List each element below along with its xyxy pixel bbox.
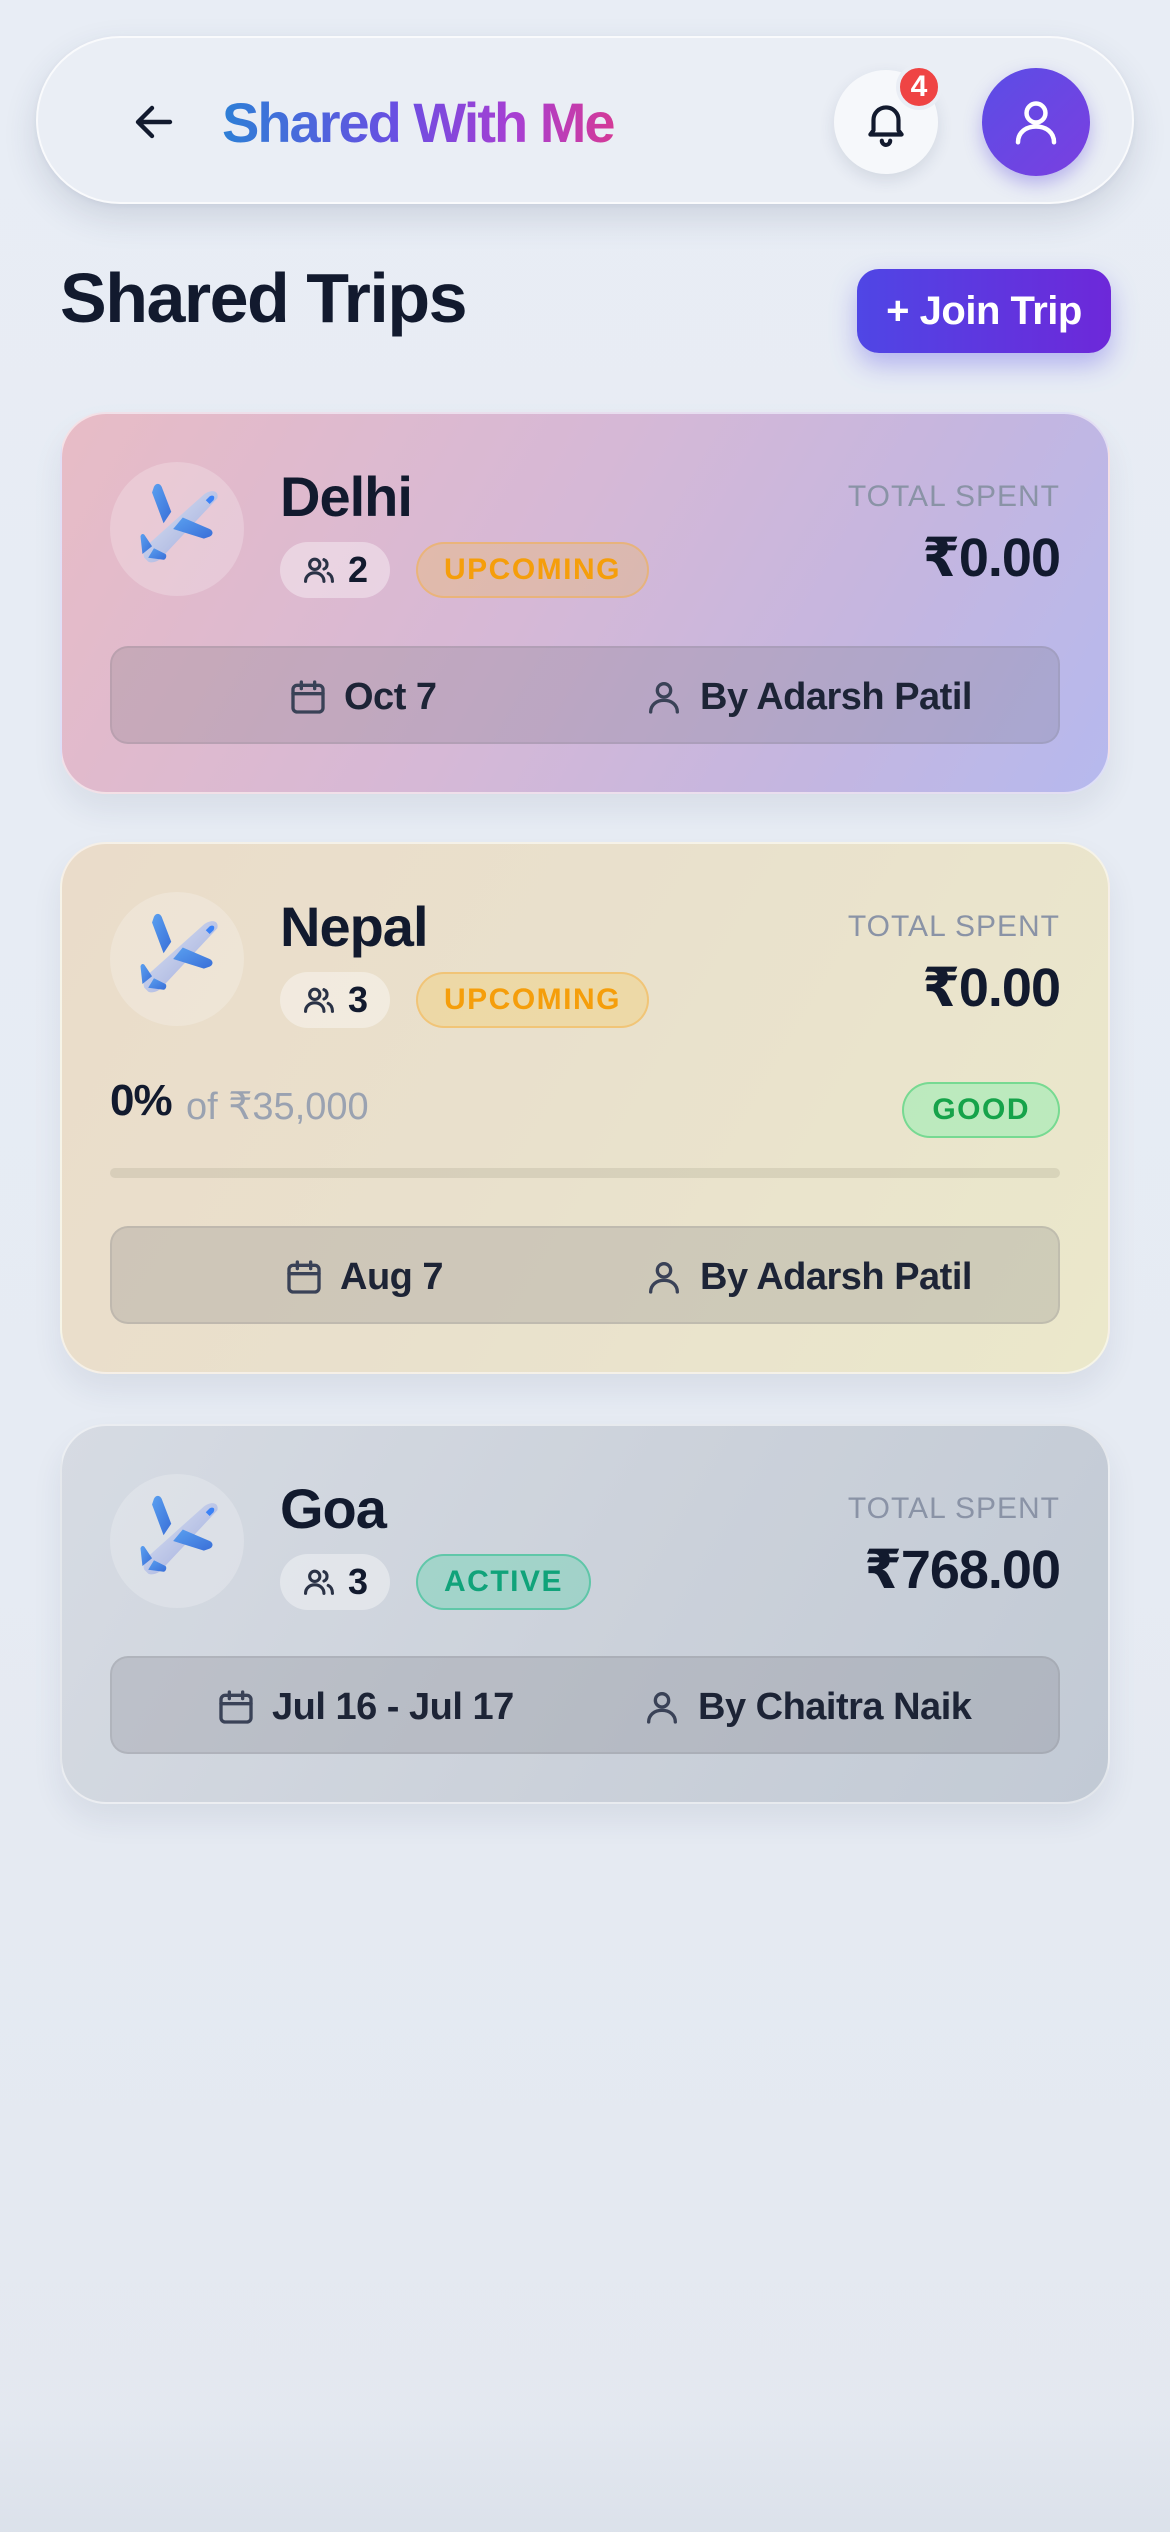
trip-card-goa[interactable]: Goa 3 ACTIVE TOTAL SPENT ₹768.00 Jul 16 … (60, 1424, 1110, 1804)
person-icon (647, 1691, 677, 1724)
trip-info-bar: Oct 7 By Adarsh Patil (110, 646, 1060, 744)
trip-date: Aug 7 (284, 1228, 444, 1326)
trip-date-text: Jul 16 - Jul 17 (272, 1685, 514, 1728)
trip-card-delhi[interactable]: Delhi 2 UPCOMING TOTAL SPENT ₹0.00 Oct 7… (60, 412, 1110, 794)
page-title: Shared With Me (222, 84, 616, 160)
member-count-pill: 3 (280, 972, 391, 1028)
back-button[interactable] (116, 84, 192, 160)
notifications-button[interactable]: 4 (834, 64, 942, 174)
trip-owner-text: By Adarsh Patil (700, 675, 972, 718)
status-badge: ACTIVE (416, 1554, 592, 1610)
trip-icon-circle (110, 892, 244, 1026)
person-icon (649, 1261, 679, 1294)
profile-button[interactable] (982, 68, 1090, 176)
trip-owner: By Chaitra Naik (642, 1658, 972, 1756)
member-count: 3 (348, 979, 369, 1020)
trip-date: Oct 7 (288, 648, 437, 746)
trip-icon-circle (110, 1474, 244, 1608)
trip-icon-circle (110, 462, 244, 596)
status-badge: UPCOMING (416, 542, 649, 598)
trip-date-text: Oct 7 (344, 675, 437, 718)
calendar-icon (291, 680, 325, 714)
trip-name: Delhi (280, 465, 413, 528)
trip-date: Jul 16 - Jul 17 (216, 1658, 514, 1756)
app-header: Shared With Me 4 (36, 36, 1134, 204)
airplane-icon (140, 1495, 218, 1575)
airplane-icon (140, 483, 218, 563)
arrow-left-icon (135, 105, 173, 139)
calendar-icon (219, 1690, 253, 1724)
trip-date-text: Aug 7 (340, 1255, 444, 1298)
users-icon (303, 987, 335, 1013)
users-icon (303, 1569, 335, 1595)
budget-percent: 0% (110, 1076, 173, 1125)
trip-info-bar: Aug 7 By Adarsh Patil (110, 1226, 1060, 1324)
trip-owner-text: By Chaitra Naik (698, 1685, 972, 1728)
budget-total: of ₹35,000 (186, 1086, 369, 1128)
trip-card-nepal[interactable]: Nepal 3 UPCOMING TOTAL SPENT ₹0.00 0% of… (60, 842, 1110, 1374)
airplane-icon (140, 913, 218, 993)
users-icon (303, 557, 335, 583)
trip-info-bar: Jul 16 - Jul 17 By Chaitra Naik (110, 1656, 1060, 1754)
member-count-pill: 2 (280, 542, 391, 598)
trip-name: Nepal (280, 895, 428, 958)
trip-name: Goa (280, 1477, 387, 1540)
person-icon (649, 682, 679, 714)
total-spent-value: ₹0.00 (922, 528, 1061, 588)
total-spent-value: ₹768.00 (864, 1540, 1061, 1600)
total-spent-label: TOTAL SPENT (847, 1492, 1060, 1525)
bottom-fade (0, 2412, 1170, 2532)
budget-health-badge: GOOD (902, 1082, 1060, 1138)
calendar-icon (287, 1260, 321, 1294)
status-badge: UPCOMING (416, 972, 649, 1028)
budget-progress-bar (110, 1168, 1060, 1178)
member-count: 3 (348, 1561, 369, 1602)
member-count-pill: 3 (280, 1554, 391, 1610)
trip-owner: By Adarsh Patil (644, 648, 972, 746)
join-trip-button[interactable]: + Join Trip (857, 269, 1111, 353)
trip-owner-text: By Adarsh Patil (700, 1255, 972, 1298)
trip-owner: By Adarsh Patil (644, 1228, 972, 1326)
total-spent-value: ₹0.00 (922, 958, 1061, 1018)
total-spent-label: TOTAL SPENT (847, 480, 1060, 513)
notification-count-badge: 4 (896, 64, 942, 110)
total-spent-label: TOTAL SPENT (847, 910, 1060, 943)
user-icon (1015, 101, 1057, 145)
member-count: 2 (348, 549, 369, 590)
section-title: Shared Trips (60, 259, 468, 337)
